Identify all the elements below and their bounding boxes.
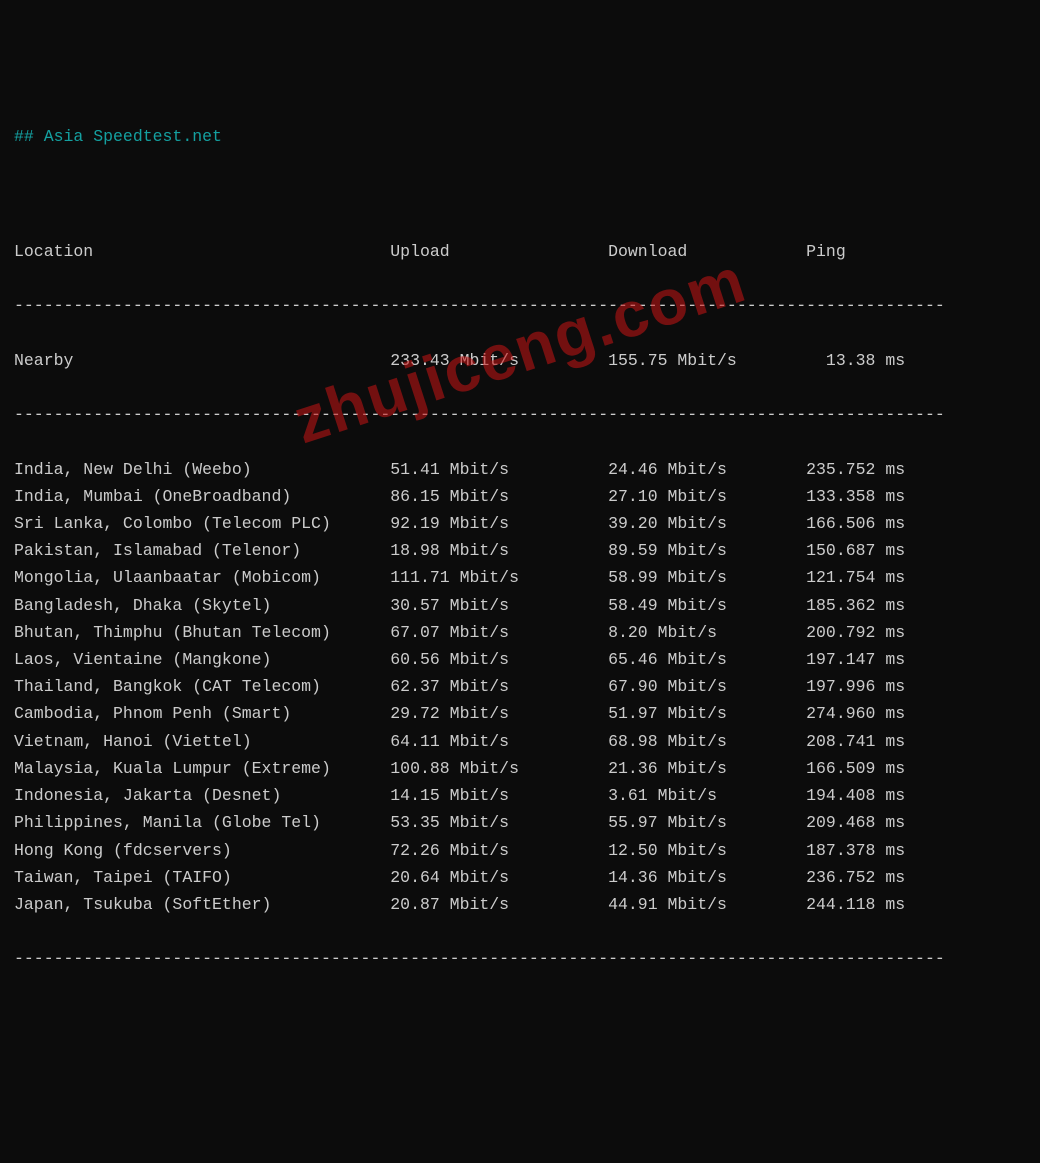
table-row: Indonesia, Jakarta (Desnet) 14.15 Mbit/s… xyxy=(14,782,1026,809)
divider-top: ----------------------------------------… xyxy=(14,292,1026,319)
table-row: Thailand, Bangkok (CAT Telecom) 62.37 Mb… xyxy=(14,673,1026,700)
table-row: Bhutan, Thimphu (Bhutan Telecom) 67.07 M… xyxy=(14,619,1026,646)
table-row: Pakistan, Islamabad (Telenor) 18.98 Mbit… xyxy=(14,537,1026,564)
section-title: ## Asia Speedtest.net xyxy=(14,123,1026,150)
blank-line xyxy=(14,183,1026,210)
table-row: Cambodia, Phnom Penh (Smart) 29.72 Mbit/… xyxy=(14,700,1026,727)
table-row: Taiwan, Taipei (TAIFO) 20.64 Mbit/s 14.3… xyxy=(14,864,1026,891)
table-row: India, New Delhi (Weebo) 51.41 Mbit/s 24… xyxy=(14,456,1026,483)
table-row: Hong Kong (fdcservers) 72.26 Mbit/s 12.5… xyxy=(14,837,1026,864)
table-row: Japan, Tsukuba (SoftEther) 20.87 Mbit/s … xyxy=(14,891,1026,918)
table-row: Bangladesh, Dhaka (Skytel) 30.57 Mbit/s … xyxy=(14,592,1026,619)
table-row: Sri Lanka, Colombo (Telecom PLC) 92.19 M… xyxy=(14,510,1026,537)
table-row: India, Mumbai (OneBroadband) 86.15 Mbit/… xyxy=(14,483,1026,510)
table-row: Malaysia, Kuala Lumpur (Extreme) 100.88 … xyxy=(14,755,1026,782)
rows-container: India, New Delhi (Weebo) 51.41 Mbit/s 24… xyxy=(14,456,1026,919)
header-row: Location Upload Download Ping xyxy=(14,238,1026,265)
table-row: Mongolia, Ulaanbaatar (Mobicom) 111.71 M… xyxy=(14,564,1026,591)
table-row: Laos, Vientaine (Mangkone) 60.56 Mbit/s … xyxy=(14,646,1026,673)
divider-mid: ----------------------------------------… xyxy=(14,401,1026,428)
divider-bottom: ----------------------------------------… xyxy=(14,945,1026,972)
table-row: Philippines, Manila (Globe Tel) 53.35 Mb… xyxy=(14,809,1026,836)
nearby-row: Nearby 233.43 Mbit/s 155.75 Mbit/s 13.38… xyxy=(14,347,1026,374)
table-row: Vietnam, Hanoi (Viettel) 64.11 Mbit/s 68… xyxy=(14,728,1026,755)
